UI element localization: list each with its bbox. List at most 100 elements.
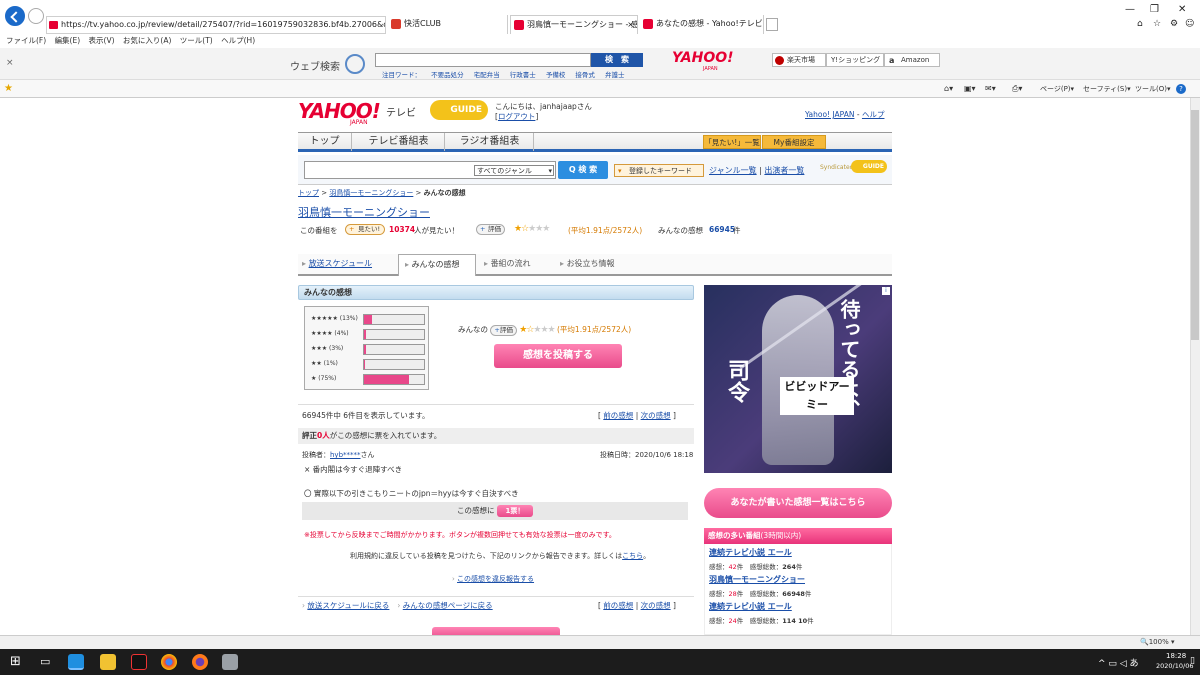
notification-icon[interactable]: ▯: [1190, 656, 1195, 666]
advertisement[interactable]: 待ってるよ、 司令 ビビッドアーミー i: [704, 285, 892, 473]
menu-help[interactable]: ヘルプ(H): [221, 36, 255, 45]
menu-favorites[interactable]: お気に入り(A): [123, 36, 171, 45]
terms-link[interactable]: こちら: [622, 552, 643, 560]
yahoo-japan-link[interactable]: Yahoo! JAPAN: [805, 110, 854, 119]
settings-gear-icon[interactable]: ⚙: [1170, 19, 1178, 29]
tab-close-icon[interactable]: ×: [627, 16, 634, 34]
minna-rate-button[interactable]: +評価: [490, 325, 517, 336]
subtab-reviews[interactable]: ▸ みんなの感想: [398, 254, 476, 276]
next-review-link[interactable]: 次の感想: [641, 601, 671, 610]
subtab-schedule[interactable]: ▸ 放送スケジュール: [302, 258, 372, 269]
home-cmd-icon[interactable]: ⌂▾: [944, 80, 953, 98]
ranking-item-title[interactable]: 連続テレビ小説 エール: [709, 547, 895, 558]
restore-icon[interactable]: ❐: [1150, 4, 1159, 15]
new-tab-button[interactable]: [766, 18, 778, 31]
zoom-level[interactable]: 🔍100% ▾: [1140, 636, 1174, 649]
firefox-taskbar-icon[interactable]: [192, 654, 208, 670]
program-title[interactable]: 羽鳥慎一モーニングショー: [298, 204, 430, 220]
back-button[interactable]: [5, 6, 25, 26]
smiley-icon[interactable]: ☺: [1185, 19, 1194, 29]
performer-list-link[interactable]: 出演者一覧: [764, 166, 804, 175]
prev-review-link[interactable]: 前の感想: [603, 601, 633, 610]
registered-keywords-button[interactable]: ▾ 登録したキーワード: [614, 164, 704, 177]
toolbar-search-input[interactable]: [375, 53, 591, 67]
search-link[interactable]: 宅配弁当: [474, 71, 500, 79]
ie-taskbar-icon[interactable]: [68, 654, 84, 670]
chrome-taskbar-icon[interactable]: [161, 654, 177, 670]
subtab-info[interactable]: ▸ お役立ち情報: [560, 258, 615, 269]
toolbar-search-button[interactable]: 検 索: [591, 53, 643, 67]
mail-icon[interactable]: ✉▾: [985, 80, 996, 98]
rakuten-shortcut[interactable]: 楽天市場: [772, 53, 826, 67]
site-search-button[interactable]: Q 検 索: [558, 161, 608, 179]
tray-icons[interactable]: ^ ▭ ◁ あ: [1098, 656, 1139, 669]
page-scrollbar[interactable]: [1190, 98, 1200, 635]
search-link[interactable]: 接骨式: [575, 71, 595, 79]
next-review-link[interactable]: 次の感想: [641, 411, 671, 420]
forward-button[interactable]: [28, 8, 44, 24]
ranking-item-title[interactable]: 羽鳥慎一モーニングショー: [709, 574, 895, 585]
rate-button[interactable]: + 評価: [476, 224, 505, 235]
search-link[interactable]: 行政書士: [510, 71, 536, 79]
tab-review[interactable]: 羽鳥慎一モーニングショー - 感... ×: [510, 15, 638, 34]
search-link[interactable]: 予備校: [546, 71, 566, 79]
genre-select[interactable]: すべてのジャンル ▾: [474, 165, 554, 176]
tab-kaikatsu[interactable]: 快活CLUB: [388, 15, 508, 34]
yahoo-toolbar-logo[interactable]: YAHOO!: [672, 50, 734, 66]
genre-list-link[interactable]: ジャンル一覧: [709, 166, 757, 175]
post-review-button[interactable]: 感想を投稿する: [494, 344, 622, 368]
menu-edit[interactable]: 編集(E): [55, 36, 81, 45]
ad-info-icon[interactable]: i: [882, 287, 890, 295]
report-link[interactable]: この感想を違反報告する: [457, 575, 534, 583]
clock-time[interactable]: 18:28: [1166, 652, 1186, 660]
poster-name-link[interactable]: hyb*****: [330, 451, 361, 459]
safety-menu[interactable]: セーフティ(S)▾: [1083, 80, 1131, 98]
logout-link[interactable]: ログアウト: [498, 112, 536, 121]
explorer-taskbar-icon[interactable]: [100, 654, 116, 670]
toolbar-close-icon[interactable]: ×: [6, 58, 14, 68]
breadcrumb-program[interactable]: 羽鳥慎一モーニングショー: [329, 189, 413, 197]
app-taskbar-icon[interactable]: [222, 654, 238, 670]
close-window-icon[interactable]: ✕: [1178, 4, 1186, 15]
search-link[interactable]: 不要品処分: [431, 71, 464, 79]
home-icon[interactable]: ⌂: [1137, 19, 1143, 29]
help-link[interactable]: ヘルプ: [862, 110, 885, 119]
breadcrumb-top[interactable]: トップ: [298, 189, 319, 197]
feeds-icon[interactable]: ▣▾: [964, 80, 976, 98]
kaikatsu-taskbar-icon[interactable]: [131, 654, 147, 670]
address-bar[interactable]: https://tv.yahoo.co.jp/review/detail/275…: [46, 16, 386, 34]
post-review-button-bottom[interactable]: [432, 627, 560, 635]
scrollbar-thumb[interactable]: [1191, 110, 1199, 340]
tools-menu[interactable]: ツール(O)▾: [1135, 80, 1171, 98]
prev-review-link[interactable]: 前の感想: [603, 411, 633, 420]
menu-tools[interactable]: ツール(T): [180, 36, 213, 45]
amazon-shortcut[interactable]: a Amazon: [884, 53, 940, 67]
favorites-add-icon[interactable]: ★: [4, 80, 13, 98]
clock-date[interactable]: 2020/10/06: [1156, 662, 1193, 670]
favorites-star-icon[interactable]: ☆: [1153, 19, 1161, 29]
dist-label: ★★★★★ (13%): [311, 315, 358, 322]
minimize-icon[interactable]: —: [1125, 4, 1135, 15]
back-to-schedule-link[interactable]: 放送スケジュールに戻る: [307, 601, 389, 610]
help-icon[interactable]: ?: [1176, 84, 1186, 94]
nav-tab-radio[interactable]: ラジオ番組表: [446, 133, 534, 151]
subtab-flow[interactable]: ▸ 番組の流れ: [484, 258, 531, 269]
task-view-icon[interactable]: ▭: [40, 655, 50, 668]
my-reviews-button[interactable]: あなたが書いた感想一覧はこちら: [704, 488, 892, 518]
mitai-list-button[interactable]: 「見たい!」一覧: [703, 135, 761, 149]
my-program-settings-button[interactable]: My番組設定: [762, 135, 826, 149]
ranking-item-title[interactable]: 連続テレビ小説 エール: [709, 601, 895, 612]
page-menu[interactable]: ページ(P)▾: [1040, 80, 1074, 98]
menu-view[interactable]: 表示(V): [89, 36, 115, 45]
print-icon[interactable]: ⎙▾: [1012, 80, 1022, 98]
search-link[interactable]: 弁護士: [605, 71, 625, 79]
windows-start-icon[interactable]: ⊞: [10, 654, 21, 669]
menu-file[interactable]: ファイル(F): [6, 36, 46, 45]
yahoo-shopping-shortcut[interactable]: Y!ショッピング: [826, 53, 884, 67]
tab-your-reviews[interactable]: あなたの感想 - Yahoo!テレビG...: [640, 15, 764, 34]
back-to-reviews-link[interactable]: みんなの感想ページに戻る: [403, 601, 493, 610]
vote-button[interactable]: 1票！: [496, 505, 533, 517]
mitai-button[interactable]: + 見たい!: [345, 224, 386, 235]
nav-tab-tv[interactable]: テレビ番組表: [353, 133, 445, 151]
nav-tab-top[interactable]: トップ: [298, 133, 352, 151]
